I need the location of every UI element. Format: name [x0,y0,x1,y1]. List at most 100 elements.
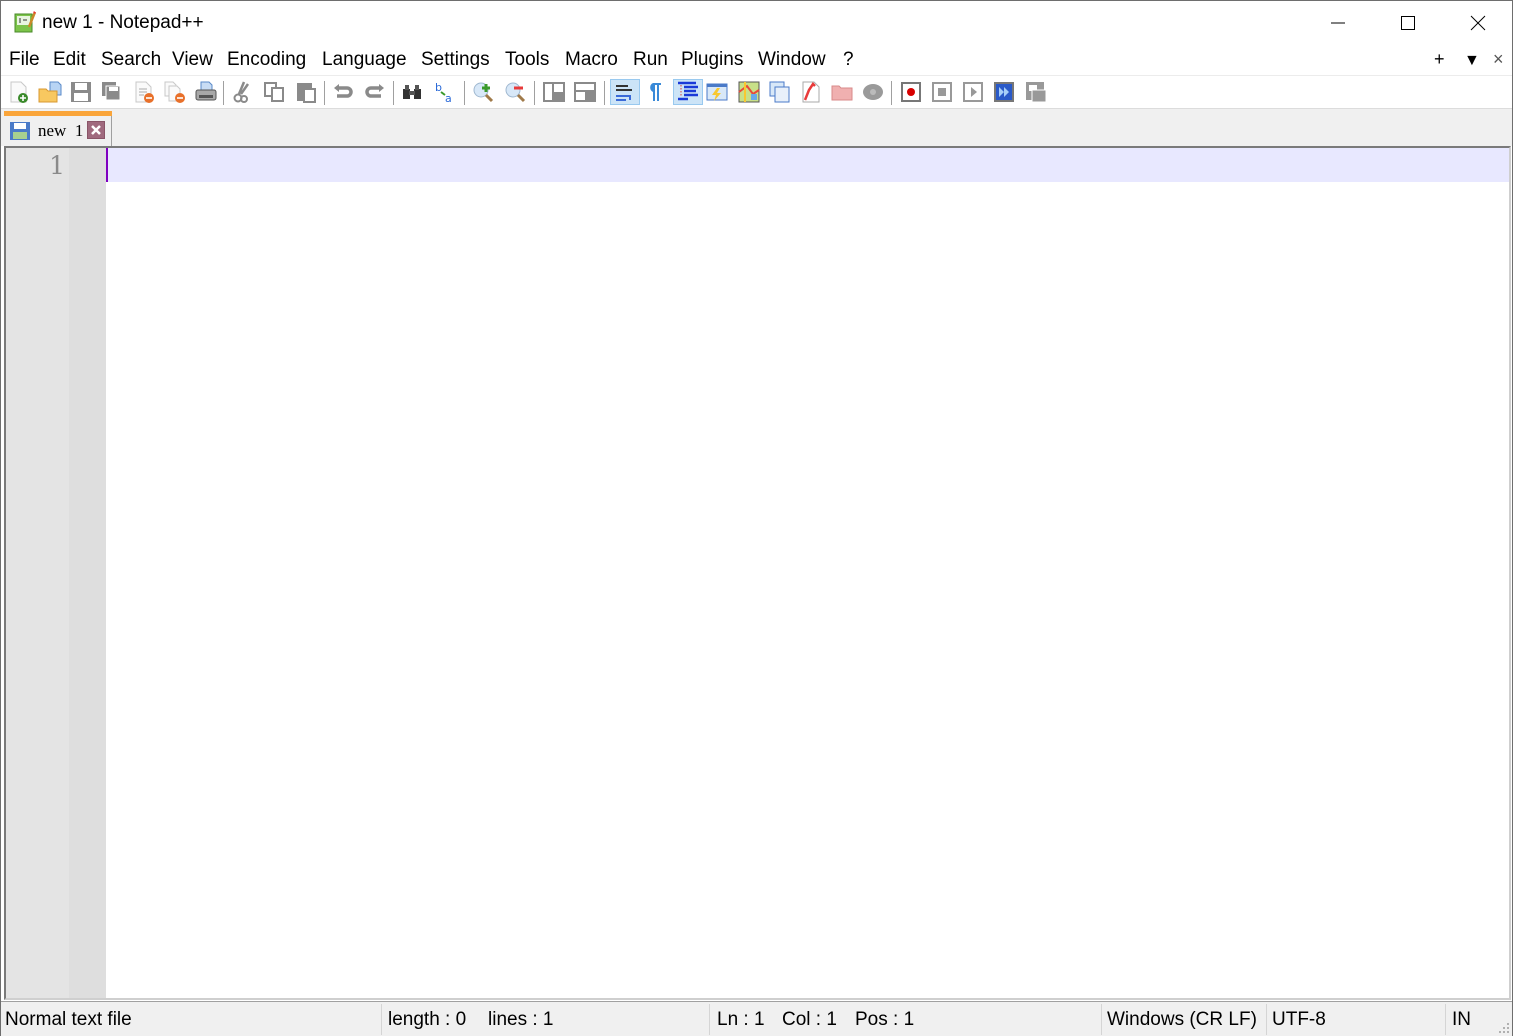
notepad-plus-plus-icon [14,11,37,33]
menu-edit[interactable]: Edit [53,49,86,71]
copy-icon [264,82,284,102]
new-file-button[interactable] [6,79,32,105]
menu-window[interactable]: Window [758,49,826,71]
document-list-button[interactable] [767,79,793,105]
status-lines: lines : 1 [488,1009,554,1030]
menu-language[interactable]: Language [322,49,407,71]
close-tab-button[interactable]: × [1493,48,1504,70]
close-all-icon [164,81,185,103]
close-all-button[interactable] [162,79,188,105]
minimize-button[interactable] [1303,1,1373,45]
folder-as-workspace-button[interactable] [829,79,855,105]
save-macro-icon [1026,82,1047,103]
menu-plugins[interactable]: Plugins [681,49,743,71]
macro-stop-button[interactable] [929,79,955,105]
menu-view[interactable]: View [172,49,213,71]
open-file-button[interactable] [37,79,63,105]
zoom-out-button[interactable] [502,79,528,105]
toolbar: ba [1,75,1512,109]
toolbar-separator [534,81,535,105]
menu-settings[interactable]: Settings [421,49,490,71]
menu-encoding[interactable]: Encoding [227,49,306,71]
sync-horizontal-scroll-button[interactable] [572,79,598,105]
new-file-icon [10,81,28,103]
macro-save-button[interactable] [1023,79,1049,105]
zoom-in-button[interactable] [470,79,496,105]
status-file-type: Normal text file [5,1009,132,1030]
menu-macro[interactable]: Macro [565,49,618,71]
tab-new-1[interactable]: new 1 [4,111,112,146]
document-map-icon [738,81,760,103]
save-button[interactable] [68,79,94,105]
current-line-highlight [106,148,1509,182]
text-caret [106,148,108,182]
function-list-button[interactable] [798,79,824,105]
status-divider [709,1004,710,1035]
fast-forward-icon [994,82,1014,102]
close-file-icon [135,81,154,103]
monitoring-icon [863,84,883,100]
close-button[interactable] [1443,1,1513,45]
indent-guide-button[interactable] [673,79,703,105]
macro-run-multiple-button[interactable] [991,79,1017,105]
undo-button[interactable] [330,79,356,105]
stop-icon [932,82,952,102]
sync-horizontal-icon [574,82,596,102]
close-icon [1470,15,1486,31]
indent-guide-icon [678,81,698,101]
list-tabs-button[interactable]: ▼ [1464,50,1480,72]
pilcrow-icon [650,83,661,101]
resize-grip-icon[interactable] [1498,1022,1510,1034]
tab-close-button[interactable] [87,121,105,139]
status-length: length : 0 [388,1009,467,1030]
menu-file[interactable]: File [9,49,40,71]
word-wrap-button[interactable] [610,79,640,105]
folder-workspace-icon [831,85,853,101]
status-encoding[interactable]: UTF-8 [1268,1002,1326,1036]
status-eol-format[interactable]: Windows (CR LF) [1103,1002,1257,1036]
status-ln: Ln : 1 [717,1009,765,1030]
open-folder-icon [38,81,62,103]
show-all-characters-button[interactable] [642,79,668,105]
status-insert-mode[interactable]: IN [1448,1002,1470,1036]
editor-pane[interactable]: 1 [4,146,1511,1000]
svg-text:b: b [435,81,442,94]
menu-search[interactable]: Search [101,49,161,71]
window-title: new 1 - Notepad++ [42,12,204,33]
find-button[interactable] [399,79,425,105]
minimize-icon [1331,22,1345,24]
menu-help[interactable]: ? [843,49,854,71]
document-map-button[interactable] [736,79,762,105]
cut-button[interactable] [229,79,255,105]
svg-text:a: a [445,92,452,104]
sync-vertical-scroll-button[interactable] [541,79,567,105]
user-defined-language-button[interactable] [704,79,730,105]
monitoring-button[interactable] [860,79,886,105]
menu-run[interactable]: Run [633,49,668,71]
active-tab-indicator [4,111,112,116]
redo-button[interactable] [362,79,388,105]
close-icon [91,125,101,135]
maximize-icon [1401,16,1415,30]
line-number: 1 [49,151,65,180]
zoom-in-icon [473,82,494,103]
redo-icon [365,84,384,98]
copy-button[interactable] [261,79,287,105]
print-button[interactable] [193,79,219,105]
record-icon [901,82,921,102]
status-pos: Pos : 1 [855,1009,915,1030]
title-bar[interactable]: new 1 - Notepad++ [1,1,1512,45]
new-tab-button[interactable]: + [1434,48,1445,70]
macro-play-button[interactable] [960,79,986,105]
macro-record-button[interactable] [898,79,924,105]
paste-button[interactable] [293,79,319,105]
save-icon [71,82,91,102]
save-all-button[interactable] [99,79,125,105]
close-file-button[interactable] [131,79,157,105]
menu-tools[interactable]: Tools [505,49,549,71]
status-col: Col : 1 [782,1009,837,1030]
maximize-button[interactable] [1373,1,1443,45]
status-bar: Normal text file length : 0 lines : 1 Ln… [1,1001,1512,1036]
replace-button[interactable]: ba [432,79,458,105]
fold-margin[interactable] [69,148,106,998]
